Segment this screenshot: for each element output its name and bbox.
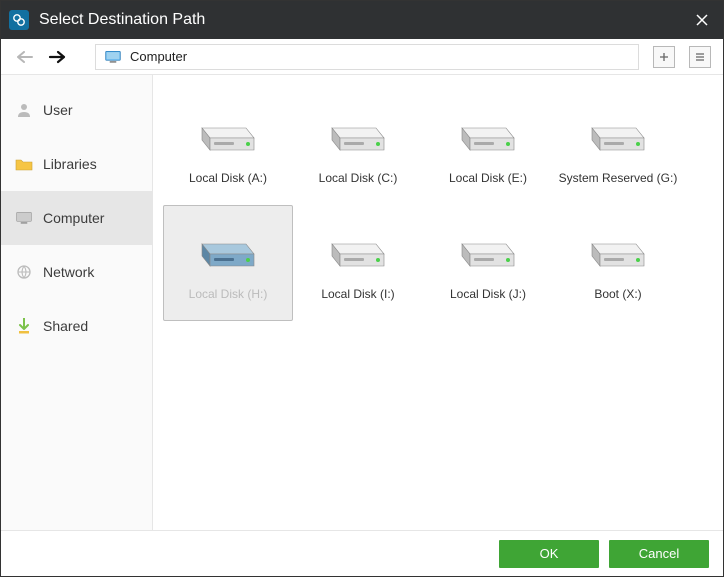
sidebar: User Libraries Computer Network [1, 75, 153, 530]
drive-icon [196, 110, 260, 161]
disk-item[interactable]: Local Disk (E:) [423, 89, 553, 205]
location-text: Computer [130, 49, 187, 64]
libraries-icon [15, 155, 33, 173]
close-icon [696, 14, 708, 26]
forward-button[interactable] [45, 45, 69, 69]
disk-item[interactable]: Local Disk (A:) [163, 89, 293, 205]
sidebar-item-user[interactable]: User [1, 83, 152, 137]
dialog-window: Select Destination Path Computer [0, 0, 724, 577]
main-area: User Libraries Computer Network [1, 75, 723, 530]
network-icon [15, 263, 33, 281]
titlebar: Select Destination Path [1, 1, 723, 39]
disk-item[interactable]: Local Disk (J:) [423, 205, 553, 321]
computer-icon [104, 50, 122, 64]
arrow-left-icon [16, 50, 34, 64]
sidebar-item-libraries[interactable]: Libraries [1, 137, 152, 191]
drive-icon [586, 226, 650, 277]
list-icon [694, 51, 706, 63]
app-icon [9, 10, 29, 30]
content-pane: Local Disk (A:) Local Disk (C:) Local Di… [153, 75, 723, 530]
disk-item[interactable]: Local Disk (C:) [293, 89, 423, 205]
ok-button[interactable]: OK [499, 540, 599, 568]
drive-icon [456, 226, 520, 277]
disk-label: System Reserved (G:) [559, 171, 678, 185]
close-button[interactable] [687, 5, 717, 35]
drive-icon [326, 226, 390, 277]
sidebar-item-computer[interactable]: Computer [1, 191, 152, 245]
plus-icon [658, 51, 670, 63]
sidebar-item-shared[interactable]: Shared [1, 299, 152, 353]
disk-label: Boot (X:) [594, 287, 641, 301]
disk-label: Local Disk (C:) [319, 171, 398, 185]
toolbar: Computer [1, 39, 723, 75]
disk-item[interactable]: Local Disk (I:) [293, 205, 423, 321]
drive-icon [586, 110, 650, 161]
dialog-title: Select Destination Path [39, 11, 687, 29]
disk-item[interactable]: System Reserved (G:) [553, 89, 683, 205]
cancel-button[interactable]: Cancel [609, 540, 709, 568]
sidebar-item-label: Libraries [43, 156, 97, 172]
sidebar-item-label: Network [43, 264, 94, 280]
drive-icon [196, 226, 260, 277]
location-bar[interactable]: Computer [95, 44, 639, 70]
user-icon [15, 101, 33, 119]
sidebar-item-network[interactable]: Network [1, 245, 152, 299]
disk-label: Local Disk (A:) [189, 171, 267, 185]
sidebar-item-label: Shared [43, 318, 88, 334]
sidebar-item-label: User [43, 102, 73, 118]
disk-label: Local Disk (J:) [450, 287, 526, 301]
disk-item[interactable]: Local Disk (H:) [163, 205, 293, 321]
new-folder-button[interactable] [653, 46, 675, 68]
drive-icon [456, 110, 520, 161]
drive-icon [326, 110, 390, 161]
computer-icon [15, 209, 33, 227]
disk-label: Local Disk (I:) [321, 287, 394, 301]
list-view-button[interactable] [689, 46, 711, 68]
disk-item[interactable]: Boot (X:) [553, 205, 683, 321]
disk-label: Local Disk (E:) [449, 171, 527, 185]
footer: OK Cancel [1, 530, 723, 576]
disk-label: Local Disk (H:) [189, 287, 268, 301]
sidebar-item-label: Computer [43, 210, 104, 226]
shared-icon [15, 317, 33, 335]
arrow-right-icon [48, 50, 66, 64]
back-button[interactable] [13, 45, 37, 69]
